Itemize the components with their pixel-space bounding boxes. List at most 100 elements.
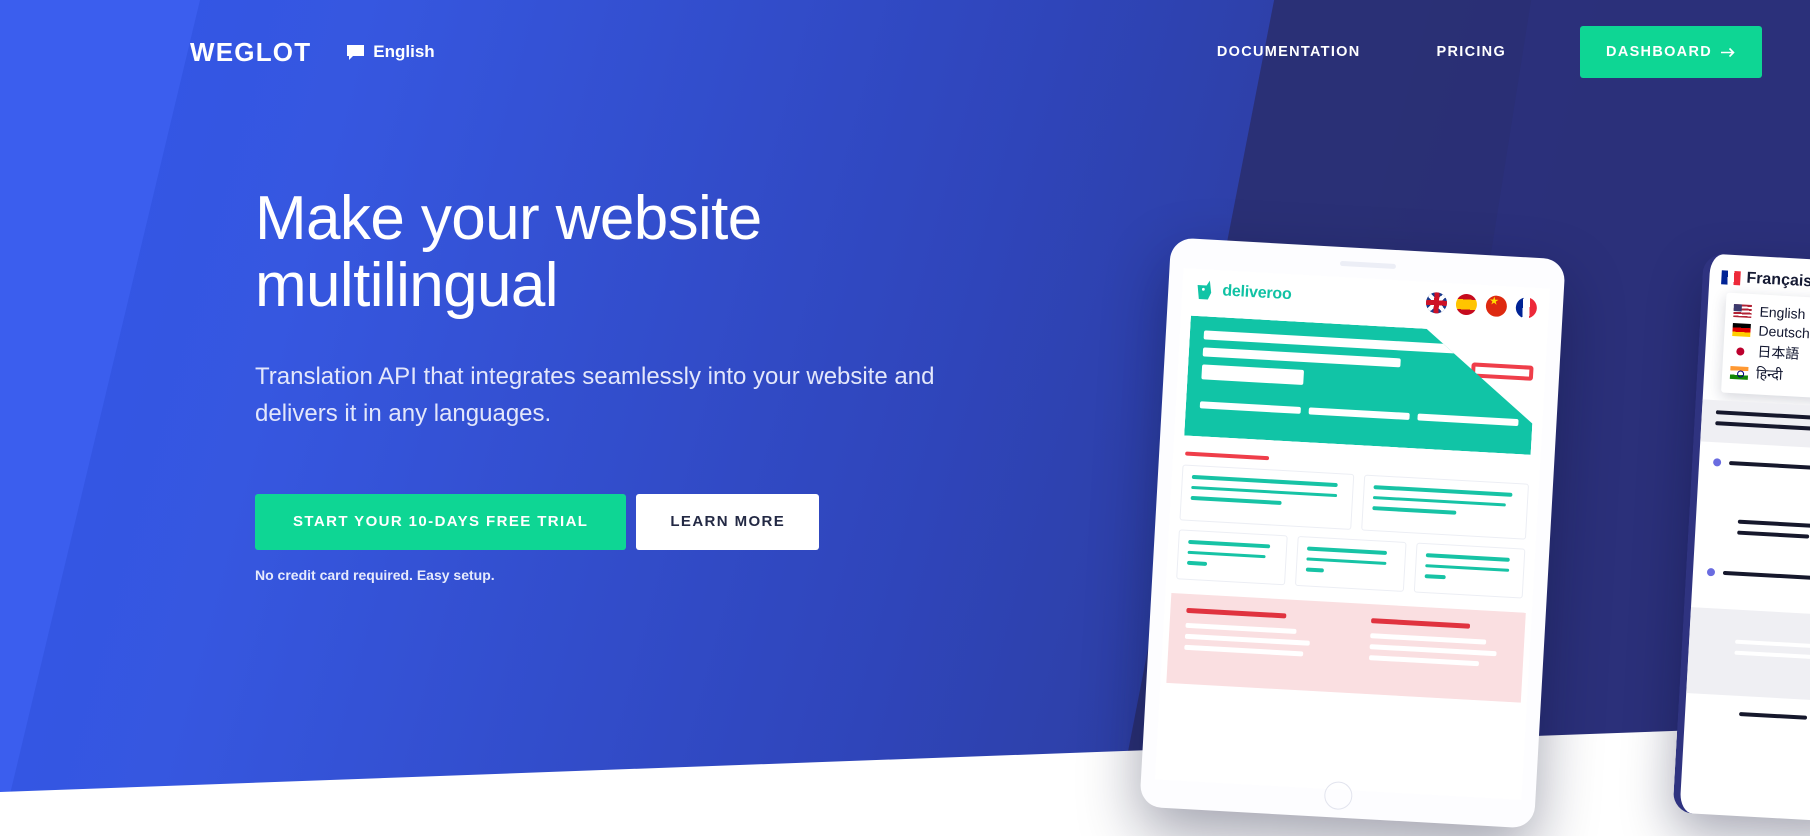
uk-flag-icon[interactable] (1425, 291, 1448, 314)
france-flag-icon[interactable] (1515, 296, 1538, 319)
germany-flag-icon (1732, 322, 1751, 337)
placeholder-line (1191, 474, 1338, 487)
phone-footer-block (1686, 607, 1810, 703)
tablet-speaker (1339, 260, 1396, 269)
cta-note: No credit card required. Easy setup. (255, 567, 495, 584)
placeholder-line (1425, 563, 1509, 572)
placeholder-line (1306, 556, 1387, 565)
tablet-home-button[interactable] (1323, 780, 1353, 811)
mock-card-row-2 (1176, 529, 1526, 599)
dropdown-option-label: 日本語 (1756, 343, 1800, 362)
placeholder-line (1184, 633, 1310, 646)
placeholder-line (1734, 650, 1810, 660)
mock-card (1294, 535, 1407, 592)
placeholder-line (1425, 553, 1510, 562)
mock-card (1361, 474, 1530, 540)
placeholder-line (1186, 607, 1287, 619)
headline-line-2: multilingual (255, 250, 559, 320)
mock-language-flags (1425, 291, 1538, 319)
hero-copy: Make your website multilingual Translati… (255, 184, 1055, 584)
placeholder-line (1369, 633, 1487, 645)
placeholder-line (1424, 574, 1447, 579)
bullet-dot-icon (1706, 567, 1716, 577)
placeholder-line (1715, 410, 1810, 422)
learn-more-button[interactable]: LEARN MORE (636, 494, 820, 551)
placeholder-line (1369, 644, 1497, 657)
cta-row: START YOUR 10-DAYS FREE TRIAL LEARN MORE (255, 494, 1055, 551)
placeholder-line-group (1200, 401, 1519, 426)
france-flag-icon (1721, 270, 1741, 286)
placeholder-line (1735, 639, 1810, 650)
nav-link-pricing[interactable]: PRICING (1399, 44, 1545, 60)
placeholder-line (1190, 495, 1282, 505)
phone-selected-language[interactable]: Français (1721, 268, 1810, 295)
placeholder-line (1188, 539, 1271, 548)
placeholder-line (1305, 567, 1324, 572)
placeholder-line (1722, 570, 1810, 583)
japan-flag-icon (1731, 343, 1750, 358)
us-flag-icon (1733, 303, 1752, 318)
list-item (1712, 458, 1810, 474)
site-header: WEGLOT English DOCUMENTATION PRICING DAS… (0, 0, 1810, 104)
placeholder-line (1306, 546, 1388, 555)
mock-card-row-1 (1179, 464, 1530, 540)
placeholder-line (1368, 655, 1480, 667)
placeholder-line (1417, 413, 1518, 426)
mock-card (1413, 542, 1526, 599)
placeholder-line (1203, 347, 1401, 367)
language-switcher[interactable]: English (347, 42, 435, 62)
placeholder-line (1739, 711, 1807, 720)
start-free-trial-button[interactable]: START YOUR 10-DAYS FREE TRIAL (255, 494, 627, 551)
placeholder-line (1187, 550, 1266, 559)
spain-flag-icon[interactable] (1455, 293, 1478, 316)
phone-bottom-section (1684, 693, 1810, 746)
placeholder-line (1184, 644, 1304, 657)
bullet-dot-icon (1712, 458, 1722, 467)
placeholder-line (1191, 485, 1338, 498)
headline-line-1: Make your website (255, 184, 762, 253)
deliveroo-kangaroo-icon (1197, 280, 1212, 300)
mock-footer-block (1166, 592, 1526, 703)
mock-hero-card (1184, 316, 1537, 455)
placeholder-line (1370, 618, 1471, 629)
placeholder-line (1186, 560, 1207, 566)
deliveroo-logo: deliveroo (1194, 279, 1292, 305)
phone-list-section (1691, 441, 1810, 611)
speech-bubble-icon (347, 44, 365, 60)
dashboard-button-label: DASHBOARD (1606, 44, 1712, 60)
page-title: Make your website multilingual (255, 184, 1055, 320)
dropdown-option-japanese[interactable]: 日本語 (1731, 340, 1810, 366)
placeholder-line (1737, 530, 1810, 539)
dropdown-option-label: Deutsch (1758, 322, 1810, 342)
dropdown-option-label: हिन्दी (1755, 365, 1784, 383)
mock-section-title (1185, 451, 1270, 461)
weglot-logo[interactable]: WEGLOT (190, 37, 311, 68)
dashboard-button[interactable]: DASHBOARD (1580, 26, 1762, 78)
placeholder-line (1373, 495, 1507, 507)
nav-link-documentation[interactable]: DOCUMENTATION (1179, 44, 1399, 60)
mock-site-header: deliveroo (1182, 268, 1550, 319)
dropdown-option-hindi[interactable]: हिन्दी (1729, 363, 1810, 388)
china-flag-icon[interactable] (1485, 295, 1508, 318)
placeholder-line (1715, 421, 1810, 432)
dropdown-option-label: English (1759, 303, 1806, 323)
placeholder-line (1373, 485, 1513, 497)
deliveroo-logo-text: deliveroo (1221, 281, 1293, 303)
tablet-mockup: deliveroo (1139, 237, 1566, 829)
mock-footer-column (1183, 607, 1325, 678)
mock-footer-column (1367, 618, 1509, 688)
india-flag-icon (1729, 365, 1749, 380)
arrow-right-icon (1721, 47, 1735, 57)
phone-selected-language-label: Français (1745, 269, 1810, 291)
placeholder-line (1185, 622, 1297, 635)
hero-subheadline: Translation API that integrates seamless… (255, 362, 935, 428)
placeholder-line (1728, 461, 1810, 473)
mock-card (1176, 529, 1288, 586)
mock-card (1179, 464, 1355, 530)
language-switcher-label: English (373, 42, 435, 61)
background-wedge-left (0, 0, 200, 836)
placeholder-line (1200, 401, 1301, 414)
tablet-screen: deliveroo (1154, 268, 1550, 800)
placeholder-line (1309, 407, 1410, 420)
phone-language-dropdown[interactable]: English Deutsch 日本語 हिन्दी (1721, 292, 1810, 400)
